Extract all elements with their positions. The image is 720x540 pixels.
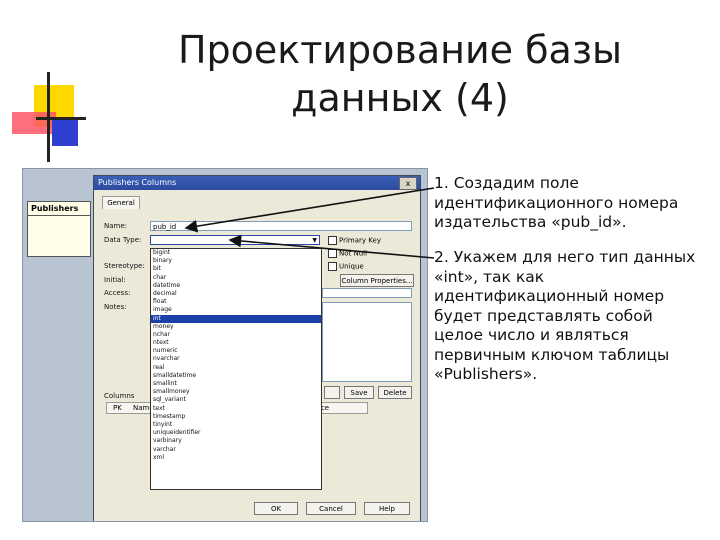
type-option-nchar[interactable]: nchar: [151, 331, 321, 339]
entity-name: Publishers: [28, 202, 90, 216]
columns-label: Columns: [104, 392, 135, 400]
type-option-int[interactable]: int: [151, 314, 321, 323]
name-label: Name:: [104, 222, 128, 230]
type-option-xml[interactable]: xml: [151, 454, 321, 462]
data-type-select[interactable]: ▼: [150, 235, 320, 245]
type-option-bit[interactable]: bit: [151, 265, 321, 273]
type-option-varbinary[interactable]: varbinary: [151, 437, 321, 445]
stereotype-label: Stereotype:: [104, 262, 145, 270]
publishers-entity[interactable]: Publishers: [27, 201, 91, 257]
data-type-label: Data Type:: [104, 236, 142, 244]
type-option-real[interactable]: real: [151, 364, 321, 372]
help-button[interactable]: Help: [364, 502, 410, 515]
type-option-tinyint[interactable]: tinyint: [151, 421, 321, 429]
type-option-float[interactable]: float: [151, 298, 321, 306]
notes-label: Notes:: [104, 303, 127, 311]
access-label: Access:: [104, 289, 131, 297]
initial-label: Initial:: [104, 276, 126, 284]
slide-title: Проектирование базы данных (4): [177, 28, 623, 120]
save-button[interactable]: Save: [344, 386, 374, 399]
type-option-varchar[interactable]: varchar: [151, 446, 321, 454]
new-button[interactable]: [324, 386, 340, 399]
dialog-title: Publishers Columns: [98, 178, 177, 187]
type-option-money[interactable]: money: [151, 323, 321, 331]
type-option-smalldatetime[interactable]: smalldatetime: [151, 372, 321, 380]
notes-field[interactable]: [322, 302, 412, 382]
not-null-checkbox[interactable]: Not Null: [328, 249, 367, 258]
cancel-button[interactable]: Cancel: [306, 502, 356, 515]
unique-label: Unique: [339, 262, 364, 271]
decor-blue-block: [52, 120, 78, 146]
bullet-2: 2. Укажем для него тип данных «int», так…: [434, 248, 696, 383]
close-button[interactable]: x: [399, 177, 417, 190]
type-option-datetime[interactable]: datetime: [151, 282, 321, 290]
type-option-smallmoney[interactable]: smallmoney: [151, 388, 321, 396]
delete-button[interactable]: Delete: [378, 386, 412, 399]
type-option-nvarchar[interactable]: nvarchar: [151, 355, 321, 363]
access-field[interactable]: [322, 288, 412, 298]
type-option-smallint[interactable]: smallint: [151, 380, 321, 388]
type-option-uniqueidentifier[interactable]: uniqueidentifier: [151, 429, 321, 437]
tab-general[interactable]: General: [102, 196, 140, 209]
unique-checkbox[interactable]: Unique: [328, 262, 364, 271]
type-option-char[interactable]: char: [151, 274, 321, 282]
type-option-ntext[interactable]: ntext: [151, 339, 321, 347]
type-option-binary[interactable]: binary: [151, 257, 321, 265]
type-option-text[interactable]: text: [151, 405, 321, 413]
grid-header-pk: PK: [113, 404, 122, 412]
type-option-image[interactable]: image: [151, 306, 321, 314]
chevron-down-icon: ▼: [312, 237, 317, 244]
ok-button[interactable]: OK: [254, 502, 298, 515]
embedded-screenshot: Publishers Publishers Columns x General …: [22, 168, 428, 522]
column-properties-button[interactable]: Column Properties...: [340, 274, 414, 287]
primary-key-label: Primary Key: [339, 236, 381, 245]
type-option-bigint[interactable]: bigint: [151, 249, 321, 257]
bullet-1: 1. Создадим поле идентификационного номе…: [434, 174, 679, 231]
type-option-timestamp[interactable]: timestamp: [151, 413, 321, 421]
dialog-titlebar: Publishers Columns x: [94, 176, 420, 190]
name-field[interactable]: pub_id: [150, 221, 412, 231]
type-option-decimal[interactable]: decimal: [151, 290, 321, 298]
type-option-numeric[interactable]: numeric: [151, 347, 321, 355]
not-null-label: Not Null: [339, 249, 368, 258]
type-option-sql-variant[interactable]: sql_variant: [151, 396, 321, 404]
data-type-dropdown-list[interactable]: bigint binary bit char datetime decimal float i…: [150, 248, 322, 490]
columns-dialog: Publishers Columns x General Name: pub_i…: [93, 175, 421, 521]
primary-key-checkbox[interactable]: Primary Key: [328, 236, 381, 245]
decor-horizontal-line: [36, 117, 86, 120]
